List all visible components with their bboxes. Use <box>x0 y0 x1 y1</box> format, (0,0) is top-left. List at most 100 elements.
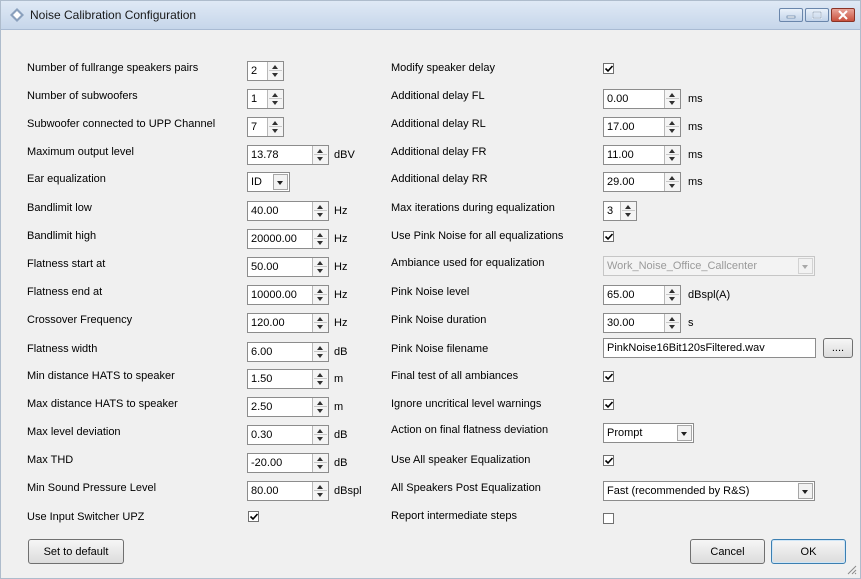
modify-delay-checkbox[interactable] <box>603 63 614 74</box>
delay-fl-spin-arrows[interactable] <box>664 90 680 108</box>
flatness-end-value: 10000.00 <box>251 289 297 301</box>
flatness-width-spin-arrows[interactable] <box>312 343 328 361</box>
checkmark-icon <box>604 401 614 409</box>
crossover-stepper[interactable]: 120.00 <box>247 313 329 333</box>
modify-delay-label: Modify speaker delay <box>391 62 495 74</box>
delay-rl-unit: ms <box>688 121 703 133</box>
final-test-label: Final test of all ambiances <box>391 370 519 382</box>
checkmark-icon <box>604 373 614 381</box>
max-distance-label: Max distance HATS to speaker <box>27 398 178 410</box>
subwoofers-label: Number of subwoofers <box>27 90 138 102</box>
delay-fl-stepper[interactable]: 0.00 <box>603 89 681 109</box>
delay-fr-stepper[interactable]: 11.00 <box>603 145 681 165</box>
close-icon <box>838 10 848 20</box>
use-pink-label: Use Pink Noise for all equalizations <box>391 230 564 242</box>
min-distance-stepper[interactable]: 1.50 <box>247 369 329 389</box>
delay-rr-spin-arrows[interactable] <box>664 173 680 191</box>
pink-level-stepper[interactable]: 65.00 <box>603 285 681 305</box>
flatness-start-unit: Hz <box>334 261 348 273</box>
pink-level-spin-arrows[interactable] <box>664 286 680 304</box>
pink-duration-spin-arrows[interactable] <box>664 314 680 332</box>
use-pink-checkbox[interactable] <box>603 231 614 242</box>
browse-button[interactable]: .... <box>823 338 853 358</box>
close-button[interactable] <box>831 8 855 22</box>
title-bar[interactable]: Noise Calibration Configuration <box>1 1 860 30</box>
max-thd-stepper[interactable]: -20.00 <box>247 453 329 473</box>
delay-rl-stepper[interactable]: 17.00 <box>603 117 681 137</box>
max-level-dev-spin-arrows[interactable] <box>312 426 328 444</box>
max-distance-stepper[interactable]: 2.50 <box>247 397 329 417</box>
min-distance-spin-arrows[interactable] <box>312 370 328 388</box>
flatness-width-unit: dB <box>334 346 348 358</box>
bandlimit-low-spin-arrows[interactable] <box>312 202 328 220</box>
post-eq-select[interactable]: Fast (recommended by R&S) <box>603 481 815 501</box>
max-level-dev-value: 0.30 <box>251 429 273 441</box>
bandlimit-high-unit: Hz <box>334 233 348 245</box>
subwoofers-spin-arrows[interactable] <box>267 90 283 108</box>
ambiance-value: Work_Noise_Office_Callcenter <box>607 260 757 272</box>
ear-eq-select[interactable]: ID <box>247 172 290 192</box>
final-action-select[interactable]: Prompt <box>603 423 694 443</box>
delay-fr-spin-arrows[interactable] <box>664 146 680 164</box>
bandlimit-high-value: 20000.00 <box>251 233 297 245</box>
min-spl-stepper[interactable]: 80.00 <box>247 481 329 501</box>
minimize-button[interactable] <box>779 8 803 22</box>
chevron-down-icon <box>798 258 813 274</box>
sub-channel-spin-arrows[interactable] <box>267 118 283 136</box>
min-spl-unit: dBspl <box>334 485 362 497</box>
checkmark-icon <box>604 457 614 465</box>
max-level-dev-stepper[interactable]: 0.30 <box>247 425 329 445</box>
delay-rl-spin-arrows[interactable] <box>664 118 680 136</box>
max-iterations-value: 3 <box>607 205 614 217</box>
pink-filename-field[interactable]: PinkNoise16Bit120sFiltered.wav <box>603 338 816 358</box>
subwoofers-value: 1 <box>251 93 258 105</box>
subwoofers-stepper[interactable]: 1 <box>247 89 284 109</box>
use-all-eq-checkbox[interactable] <box>603 455 614 466</box>
delay-rr-unit: ms <box>688 176 703 188</box>
flatness-end-stepper[interactable]: 10000.00 <box>247 285 329 305</box>
bandlimit-low-stepper[interactable]: 40.00 <box>247 201 329 221</box>
delay-rr-stepper[interactable]: 29.00 <box>603 172 681 192</box>
ignore-warnings-checkbox[interactable] <box>603 399 614 410</box>
max-iterations-stepper[interactable]: 3 <box>603 201 637 221</box>
flatness-end-label: Flatness end at <box>27 286 103 298</box>
chevron-down-icon[interactable] <box>273 174 288 190</box>
checkmark-icon <box>604 65 614 73</box>
chevron-down-icon[interactable] <box>798 483 813 499</box>
ok-button[interactable]: OK <box>771 539 846 564</box>
speaker-pairs-spin-arrows[interactable] <box>267 62 283 80</box>
cancel-button[interactable]: Cancel <box>690 539 765 564</box>
flatness-start-spin-arrows[interactable] <box>312 258 328 276</box>
pink-duration-stepper[interactable]: 30.00 <box>603 313 681 333</box>
flatness-width-stepper[interactable]: 6.00 <box>247 342 329 362</box>
input-switcher-checkbox[interactable] <box>248 511 259 522</box>
max-distance-spin-arrows[interactable] <box>312 398 328 416</box>
max-output-stepper[interactable]: 13.78 <box>247 145 329 165</box>
delay-rr-label: Additional delay RR <box>391 173 488 185</box>
max-thd-value: -20.00 <box>251 457 283 469</box>
speaker-pairs-stepper[interactable]: 2 <box>247 61 284 81</box>
flatness-start-stepper[interactable]: 50.00 <box>247 257 329 277</box>
min-distance-value: 1.50 <box>251 373 273 385</box>
final-test-checkbox[interactable] <box>603 371 614 382</box>
chevron-down-icon[interactable] <box>677 425 692 441</box>
max-thd-spin-arrows[interactable] <box>312 454 328 472</box>
maximize-button[interactable] <box>805 8 829 22</box>
dialog-window: Noise Calibration Configuration Number o… <box>0 0 861 579</box>
flatness-end-spin-arrows[interactable] <box>312 286 328 304</box>
post-eq-label: All Speakers Post Equalization <box>391 482 541 494</box>
ambiance-select: Work_Noise_Office_Callcenter <box>603 256 815 276</box>
flatness-start-label: Flatness start at <box>27 258 106 270</box>
resize-grip-icon[interactable] <box>845 563 857 575</box>
set-default-button[interactable]: Set to default <box>28 539 124 564</box>
max-iterations-spin-arrows[interactable] <box>620 202 636 220</box>
bandlimit-high-stepper[interactable]: 20000.00 <box>247 229 329 249</box>
min-spl-spin-arrows[interactable] <box>312 482 328 500</box>
max-output-value: 13.78 <box>251 149 279 161</box>
max-output-spin-arrows[interactable] <box>312 146 328 164</box>
sub-channel-stepper[interactable]: 7 <box>247 117 284 137</box>
bandlimit-high-spin-arrows[interactable] <box>312 230 328 248</box>
report-steps-checkbox[interactable] <box>603 513 614 524</box>
crossover-spin-arrows[interactable] <box>312 314 328 332</box>
max-thd-unit: dB <box>334 457 348 469</box>
